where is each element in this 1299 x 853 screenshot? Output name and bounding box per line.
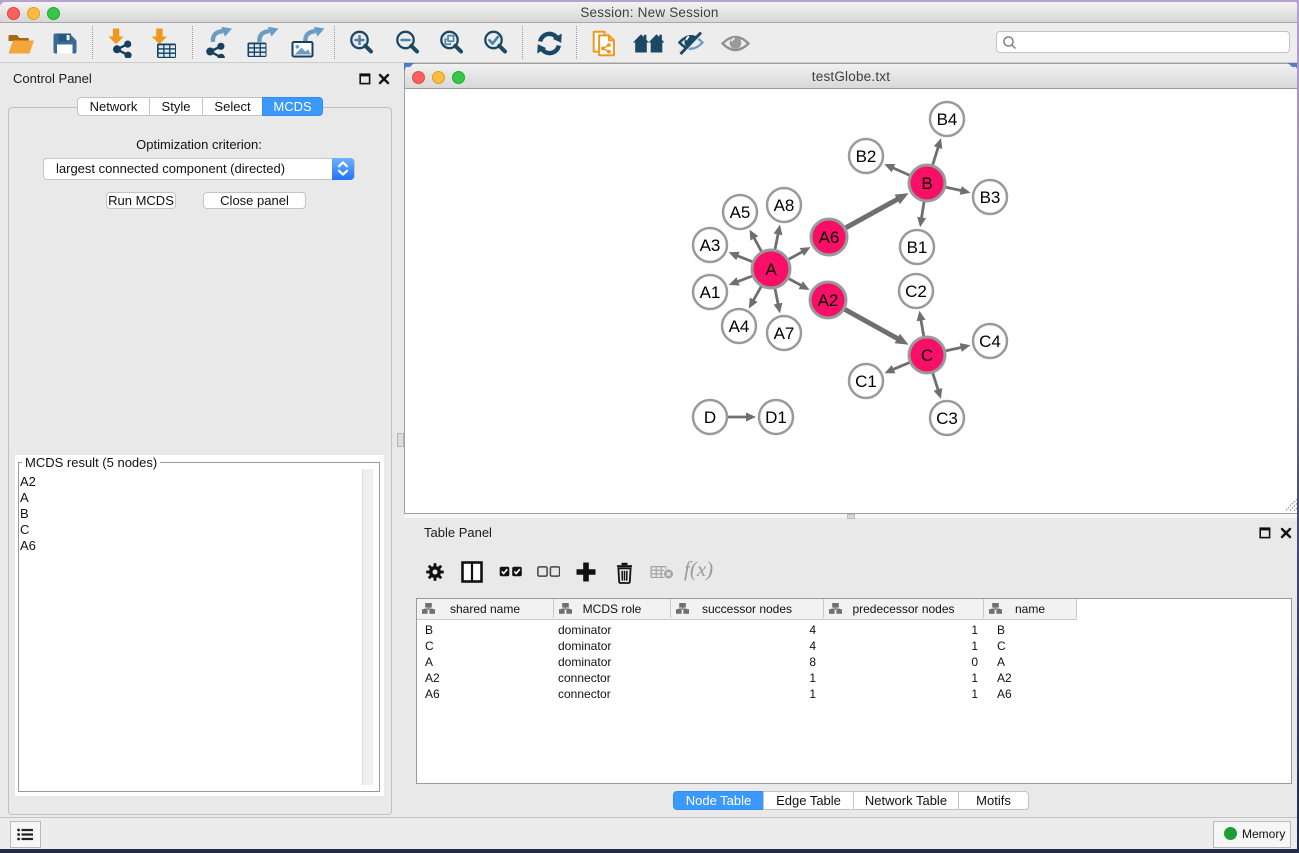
svg-text:A7: A7: [774, 324, 795, 343]
svg-text:A2: A2: [818, 291, 839, 310]
svg-text:B1: B1: [907, 238, 928, 257]
svg-text:A5: A5: [730, 203, 751, 222]
svg-text:C: C: [921, 346, 933, 365]
svg-text:B4: B4: [937, 110, 958, 129]
svg-text:C3: C3: [936, 409, 958, 428]
svg-text:B2: B2: [856, 147, 877, 166]
svg-text:A: A: [765, 260, 777, 279]
svg-text:C2: C2: [905, 282, 927, 301]
svg-text:C4: C4: [979, 332, 1001, 351]
svg-text:A8: A8: [774, 196, 795, 215]
svg-text:B: B: [921, 174, 932, 193]
svg-text:A4: A4: [729, 317, 750, 336]
svg-text:C1: C1: [855, 372, 877, 391]
svg-text:A6: A6: [819, 228, 840, 247]
svg-text:D: D: [704, 408, 716, 427]
svg-text:B3: B3: [980, 188, 1001, 207]
svg-text:A3: A3: [700, 236, 721, 255]
svg-text:D1: D1: [765, 408, 787, 427]
svg-text:A1: A1: [700, 283, 721, 302]
